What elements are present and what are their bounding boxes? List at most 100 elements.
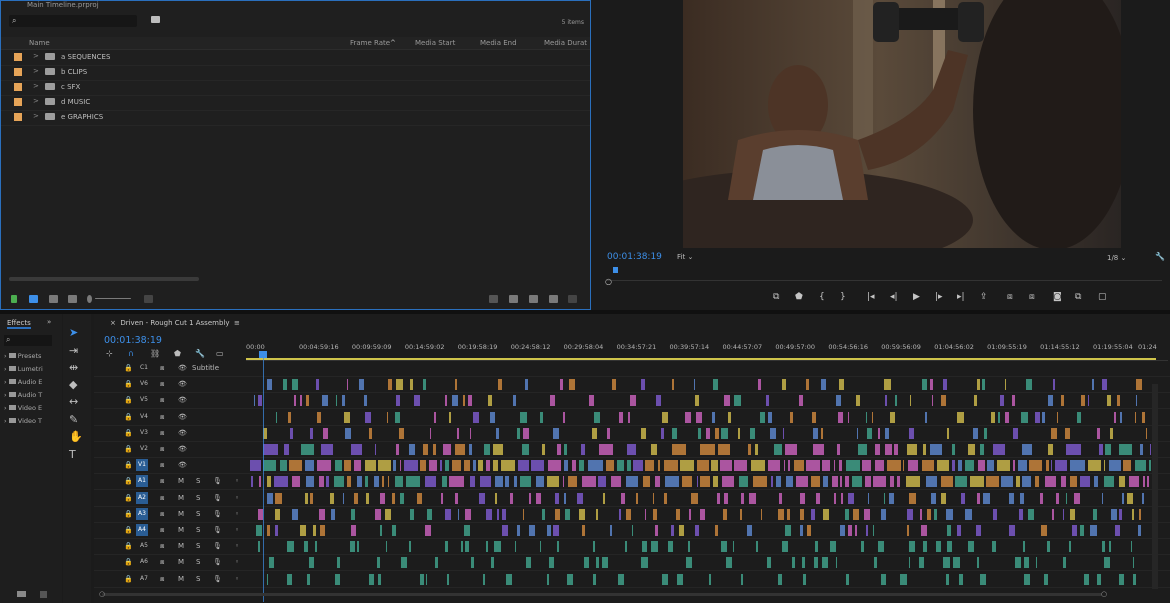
comparison-view-icon[interactable]: ⧉ (1075, 292, 1081, 302)
timeline-clip[interactable] (618, 508, 621, 520)
timeline-clip[interactable] (958, 573, 964, 585)
timeline-clip[interactable] (848, 525, 852, 536)
timeline-clip[interactable] (388, 379, 393, 391)
timeline-clip[interactable] (734, 395, 741, 407)
timeline-clip[interactable] (611, 379, 616, 391)
timeline-clip[interactable] (838, 460, 843, 472)
timeline-clip[interactable] (515, 541, 517, 553)
sequence-tab[interactable]: × Driven - Rough Cut 1 Assembly ≡ (110, 319, 240, 327)
find-icon[interactable] (509, 295, 518, 303)
timeline-clip[interactable] (1017, 460, 1028, 472)
timeline-clip[interactable] (317, 460, 332, 472)
timeline-clip[interactable] (1093, 508, 1097, 520)
timeline-clip[interactable] (490, 411, 495, 423)
timeline-clip[interactable] (399, 492, 404, 504)
timeline-clip[interactable] (686, 557, 693, 569)
timeline-clip[interactable] (1135, 460, 1147, 472)
timeline-clip[interactable] (788, 460, 791, 472)
timeline-clip[interactable] (823, 508, 829, 520)
timeline-clip[interactable] (629, 395, 636, 407)
timeline-clip[interactable] (794, 460, 804, 472)
timeline-clip[interactable] (449, 476, 465, 488)
timeline-clip[interactable] (1050, 427, 1058, 439)
timeline-clip[interactable] (1132, 557, 1135, 569)
timeline-clip[interactable] (304, 492, 308, 504)
sync-lock-icon[interactable]: ⧈ (160, 510, 164, 519)
timeline-clip[interactable] (798, 395, 803, 407)
timeline-clip[interactable] (625, 541, 627, 553)
timeline-clip[interactable] (710, 460, 718, 472)
timeline-clip[interactable] (344, 460, 352, 472)
timeline-clip[interactable] (805, 379, 810, 391)
timeline-clip[interactable] (423, 444, 428, 455)
add-marker-icon[interactable]: ⬟ (174, 349, 181, 358)
expand-chevron-icon[interactable]: > (33, 52, 39, 60)
linked-selection-icon[interactable]: ⛓ (150, 349, 160, 358)
sort-up-icon[interactable]: ^ (390, 39, 396, 47)
timeline-clip[interactable] (535, 476, 544, 488)
timeline-clip[interactable] (1045, 460, 1049, 472)
timeline-clip[interactable] (334, 460, 342, 472)
timeline-clip[interactable] (556, 444, 562, 455)
timeline-clip[interactable] (306, 395, 310, 407)
scroll-handle-right-icon[interactable]: ○ (1101, 590, 1107, 598)
timeline-clip[interactable] (910, 395, 912, 407)
timeline-clip[interactable] (291, 379, 299, 391)
timeline-clip[interactable] (921, 525, 927, 536)
timeline-clip[interactable] (293, 395, 296, 407)
vertical-scrollbar[interactable] (1152, 384, 1158, 589)
sort-icon[interactable] (144, 295, 153, 303)
timeline-clip[interactable] (519, 476, 532, 488)
mute-button[interactable]: M (178, 558, 184, 566)
timeline-clip[interactable] (980, 444, 984, 455)
timeline-clip[interactable] (636, 492, 638, 504)
timeline-clip[interactable] (363, 395, 368, 407)
timeline-settings-wrench-icon[interactable]: 🔧 (195, 349, 205, 358)
timeline-clip[interactable] (678, 525, 684, 536)
timeline-clip[interactable] (974, 395, 978, 407)
lock-icon[interactable]: 🔒 (124, 461, 133, 469)
timeline-clip[interactable] (286, 573, 292, 585)
timeline-clip[interactable] (611, 476, 621, 488)
timeline-clip[interactable] (884, 379, 891, 391)
timeline-clip[interactable] (953, 557, 960, 569)
timeline-clip[interactable] (522, 444, 529, 455)
timeline-clip[interactable] (374, 508, 381, 520)
expand-chevron-icon[interactable]: › (4, 365, 7, 373)
timeline-clip[interactable] (333, 476, 345, 488)
timeline-clip[interactable] (1015, 476, 1020, 488)
panel-overflow-icon[interactable]: » (47, 318, 51, 326)
eye-icon[interactable]: 👁 (178, 461, 187, 469)
timeline-clip[interactable] (750, 427, 756, 439)
timeline-clip[interactable] (1021, 444, 1033, 455)
sync-lock-icon[interactable]: ⧈ (160, 396, 164, 405)
timeline-clip[interactable] (392, 525, 396, 536)
timeline-clip[interactable] (1080, 525, 1084, 536)
timeline-clip[interactable] (940, 476, 953, 488)
timeline-clip[interactable] (664, 492, 668, 504)
voice-over-mic-icon[interactable]: 🎙 (213, 494, 222, 502)
timeline-clip[interactable] (682, 476, 693, 488)
timeline-clip[interactable] (249, 460, 261, 472)
safe-margins-icon[interactable]: ▢ (1098, 292, 1107, 302)
timeline-clip[interactable] (854, 525, 857, 536)
timeline-clip[interactable] (468, 444, 472, 455)
timeline-clip[interactable] (835, 395, 842, 407)
timeline-clip[interactable] (872, 525, 875, 536)
timeline-clip[interactable] (567, 476, 577, 488)
timeline-clip[interactable] (961, 492, 966, 504)
timeline-clip[interactable] (409, 379, 414, 391)
lift-out-icon[interactable]: ⇪ (980, 292, 988, 302)
play-icon[interactable]: ▶ (913, 292, 920, 302)
timeline-clip[interactable] (811, 411, 817, 423)
timeline-clip[interactable] (310, 427, 313, 439)
timeline-clip[interactable] (880, 508, 887, 520)
timeline-clip[interactable] (677, 573, 683, 585)
timeline-clip[interactable] (606, 427, 610, 439)
timeline-clip[interactable] (1105, 444, 1112, 455)
timeline-clip[interactable] (905, 476, 921, 488)
timeline-clip[interactable] (553, 525, 559, 536)
mark-in-icon[interactable]: { (819, 292, 825, 302)
timeline-clip[interactable] (255, 525, 262, 536)
timeline-clip[interactable] (734, 460, 748, 472)
